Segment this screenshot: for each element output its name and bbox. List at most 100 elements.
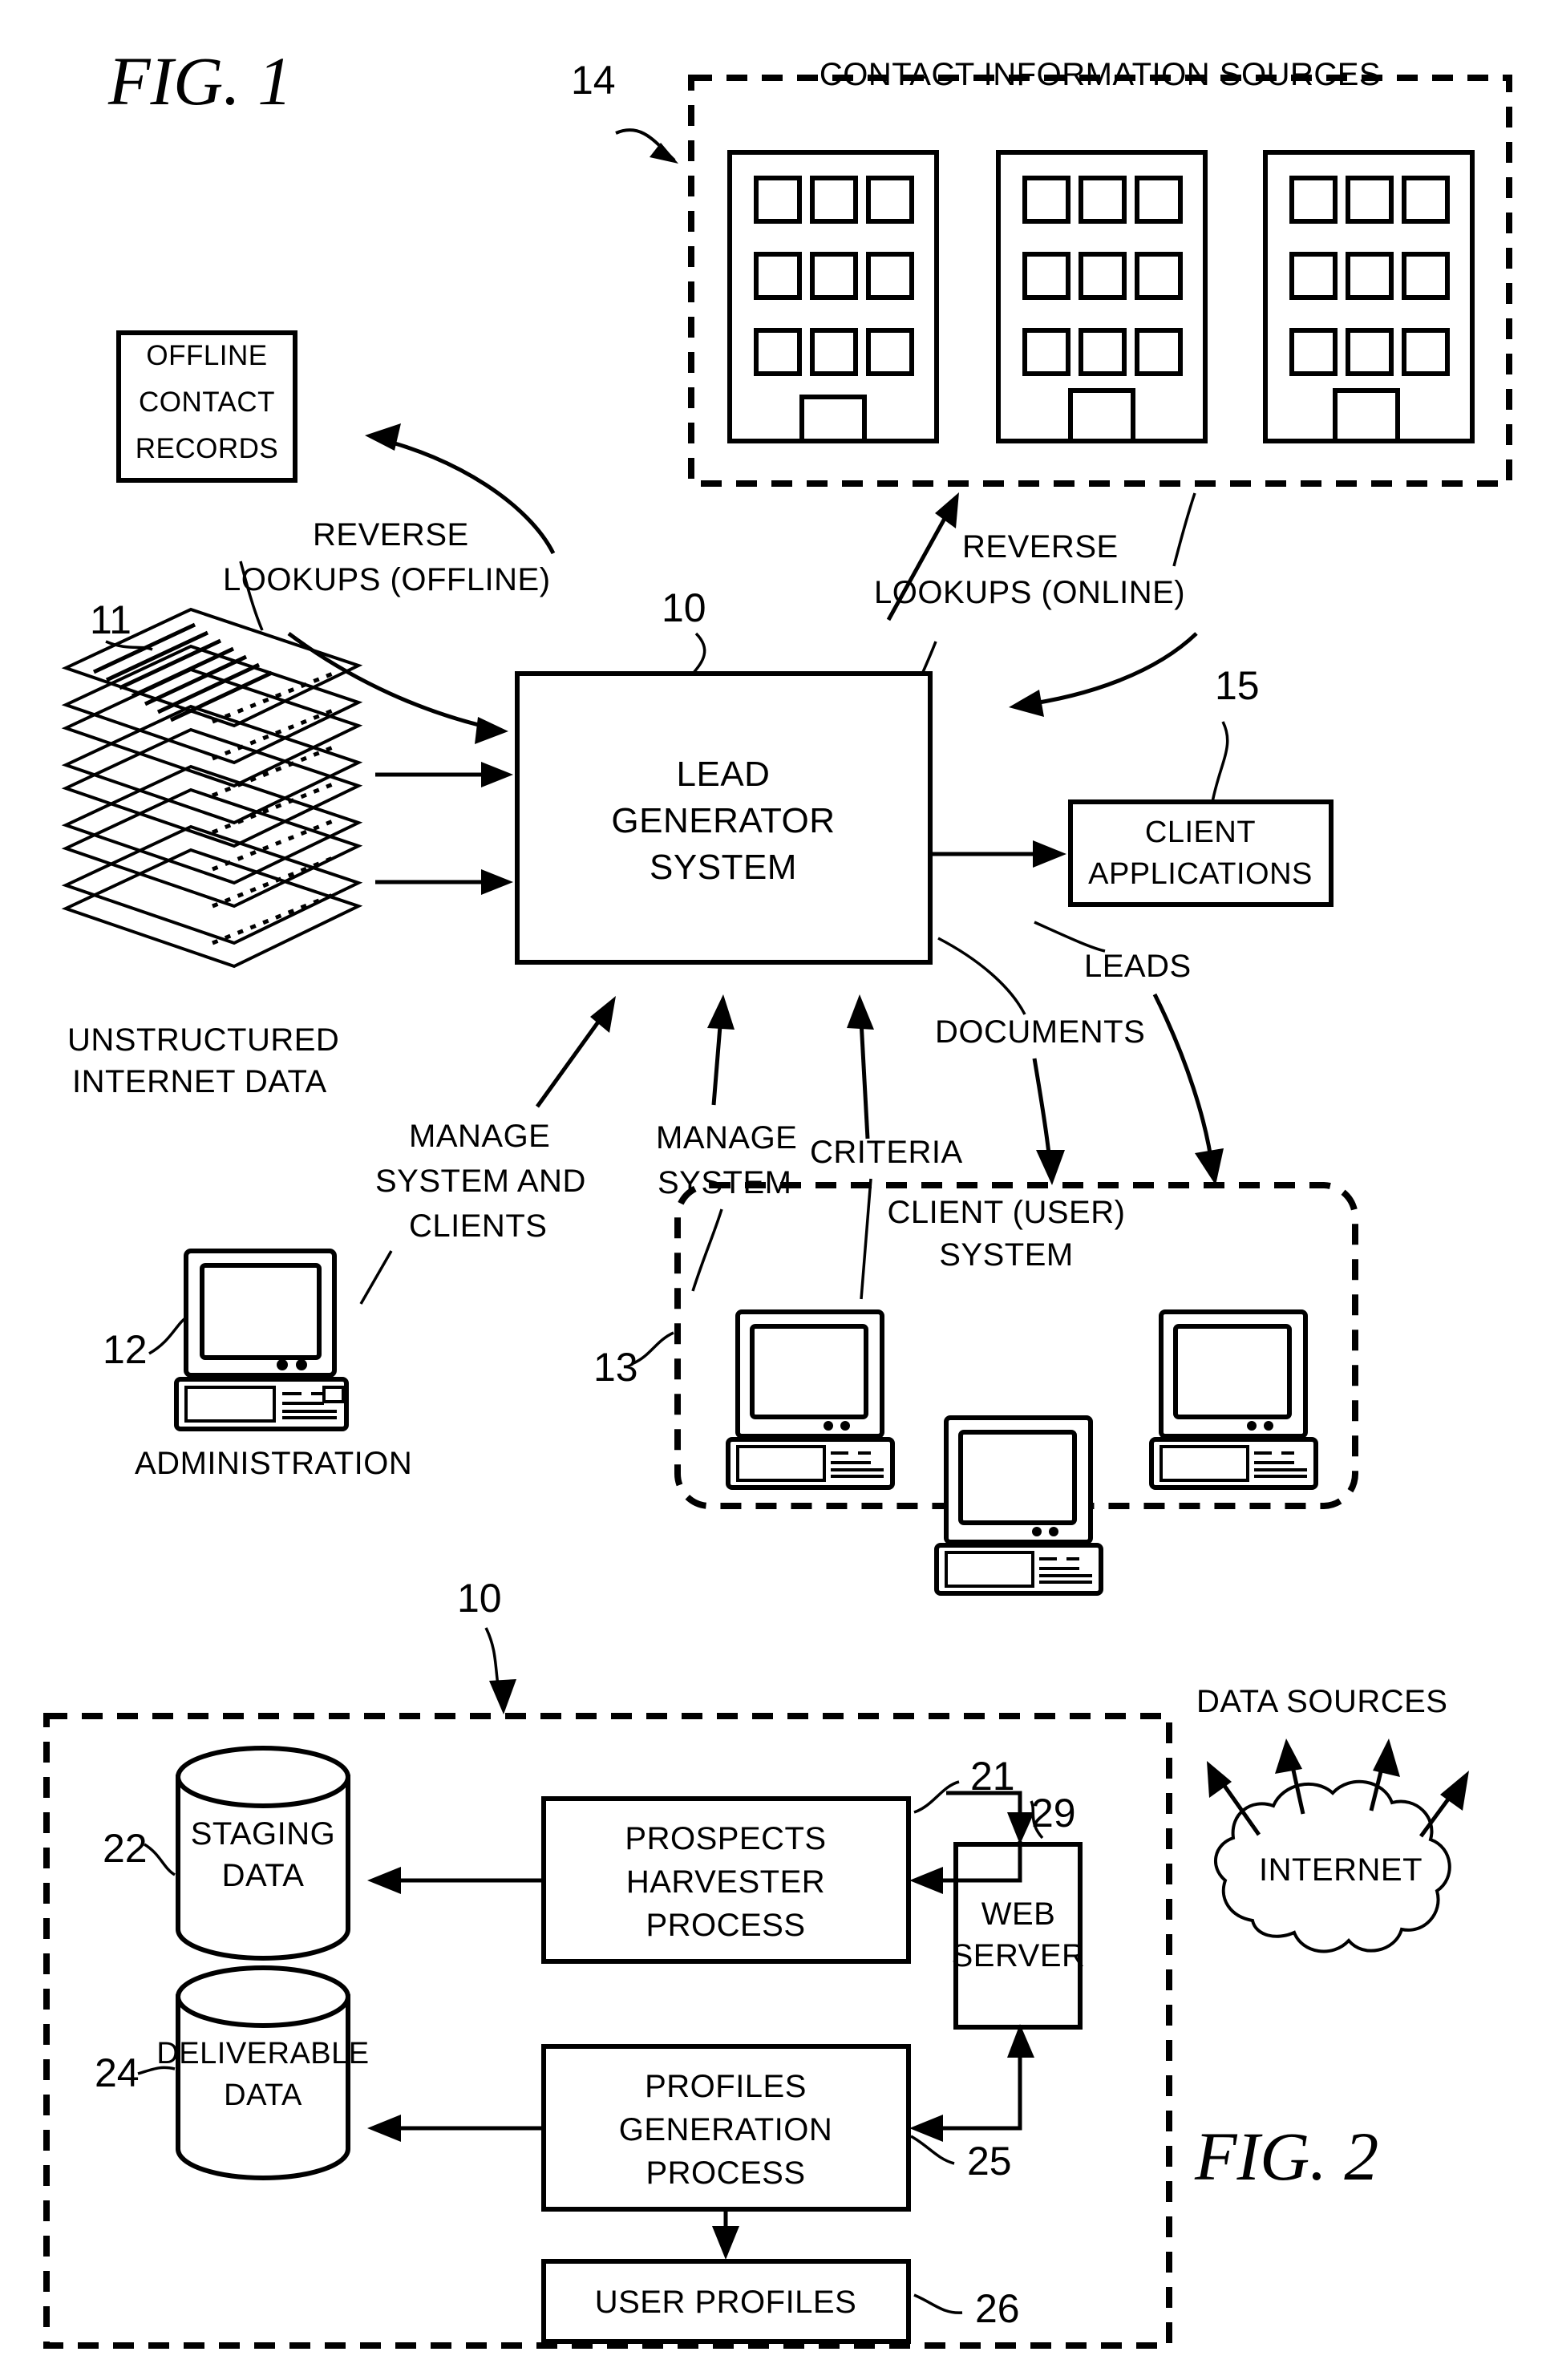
contact-sources-title: CONTACT INFORMATION SOURCES	[820, 57, 1381, 92]
profiles-to-deliverable-head	[367, 2115, 401, 2142]
web-server-line2: SERVER	[952, 1938, 1086, 1973]
figure-canvas: FIG. 1 CONTACT INFORMATION SOURCES 14 OF…	[43, 42, 1512, 2349]
manage-sys-clients-line3: CLIENTS	[409, 1208, 547, 1244]
client-computer-1	[726, 1309, 895, 1490]
ref-13-leader	[633, 1331, 674, 1365]
leads-label: LEADS	[1084, 949, 1192, 984]
ref-10-fig1: 10	[662, 585, 706, 630]
ref-15-leader	[1211, 721, 1229, 803]
staging-data-line2: DATA	[222, 1858, 305, 1893]
criteria-label: CRITERIA	[810, 1135, 963, 1170]
profiles-generation-line1: PROFILES	[645, 2069, 807, 2104]
managesys-up-head	[707, 994, 735, 1030]
ref-10-fig2: 10	[457, 1576, 502, 1621]
user-profiles-label: USER PROFILES	[595, 2285, 857, 2320]
client-user-system-line1: CLIENT (USER)	[888, 1195, 1126, 1230]
client-computer-2	[934, 1415, 1103, 1596]
ref-26-leader	[913, 2293, 963, 2314]
client-computer-3	[1149, 1309, 1318, 1490]
deliverable-data-line2: DATA	[224, 2078, 302, 2112]
administration-label: ADMINISTRATION	[135, 1446, 412, 1481]
offline-to-lgs-arrow	[287, 631, 500, 732]
webserver-top-head	[1007, 1812, 1034, 1844]
offline-records-line3: RECORDS	[136, 433, 279, 464]
unstructured-line1: UNSTRUCTURED	[67, 1022, 339, 1058]
web-server-line1: WEB	[981, 1896, 1056, 1932]
data-arrow-2-head	[481, 869, 513, 895]
managesys-down-leader	[691, 1208, 723, 1292]
documents-label: DOCUMENTS	[935, 1014, 1145, 1050]
building-3	[1263, 150, 1475, 443]
manage-sys-clients-line2: SYSTEM AND	[375, 1164, 586, 1199]
client-user-system-line2: SYSTEM	[939, 1237, 1073, 1273]
offline-records-line1: OFFLINE	[146, 340, 267, 371]
harvester-to-staging-head	[367, 1867, 401, 1894]
ref-22: 22	[103, 1826, 148, 1871]
internet-label: INTERNET	[1259, 1852, 1423, 1888]
online-to-lgs-arrow	[1018, 632, 1198, 708]
criteria-up-head	[847, 994, 874, 1030]
ref-14-arrowhead	[650, 143, 678, 164]
building-2	[996, 150, 1208, 443]
leads-top-leader	[1034, 921, 1106, 953]
reverse-offline-arrowhead	[365, 423, 401, 451]
reverse-offline-line2: LOOKUPS (OFFLINE)	[223, 562, 551, 597]
reverse-online-line1: REVERSE	[962, 529, 1119, 565]
documents-down-head	[1036, 1150, 1065, 1185]
leads-down-arrow	[1152, 993, 1215, 1170]
data-arrow-1-head	[481, 762, 513, 787]
administration-computer	[174, 1249, 349, 1431]
ref-11: 11	[90, 597, 132, 642]
client-applications-line1: CLIENT	[1145, 816, 1256, 849]
staging-data-line1: STAGING	[191, 1816, 336, 1852]
building-1	[727, 150, 939, 443]
lead-generator-line2: GENERATOR	[611, 801, 835, 840]
ref-14: 14	[571, 58, 616, 103]
ref-10-leader-fig1	[691, 632, 706, 675]
admin-leader	[359, 1250, 393, 1305]
ref-15: 15	[1215, 663, 1260, 708]
offline-records-line2: CONTACT	[139, 387, 275, 418]
criteria-down-leader	[860, 1178, 872, 1300]
fig2-label: FIG. 2	[1194, 2118, 1378, 2195]
ref-24: 24	[95, 2050, 140, 2095]
ref-12: 12	[103, 1327, 148, 1372]
fig1-label: FIG. 1	[107, 42, 292, 119]
webserver-to-harvester-head	[909, 1867, 943, 1894]
ref-12-leader	[148, 1315, 188, 1355]
ref-13: 13	[593, 1345, 638, 1390]
prospects-harvester-line1: PROSPECTS	[625, 1821, 826, 1856]
profiles-generation-line3: PROCESS	[646, 2155, 805, 2191]
profiles-to-userprofiles-head	[712, 2226, 739, 2260]
documents-top-leader	[937, 937, 1026, 1015]
lead-generator-line3: SYSTEM	[650, 848, 797, 887]
ref-22-leader	[144, 1843, 176, 1876]
manage-system-line1: MANAGE	[656, 1120, 797, 1156]
data-sources-caption: DATA SOURCES	[1196, 1684, 1447, 1719]
ref-29: 29	[1031, 1791, 1076, 1836]
offline-to-lgs-arrowhead	[475, 717, 508, 744]
ref-21-leader	[913, 1780, 960, 1814]
lead-generator-line1: LEAD	[677, 755, 771, 794]
leads-down-head	[1195, 1148, 1224, 1185]
client-applications-line2: APPLICATIONS	[1088, 857, 1313, 891]
unstructured-data-stack	[61, 607, 363, 969]
online-to-lgs-arrowhead	[1009, 690, 1044, 717]
ref-26: 26	[975, 2286, 1020, 2331]
ref-24-leader	[137, 2066, 176, 2075]
profiles-generation-line2: GENERATION	[619, 2112, 833, 2147]
deliverable-data-cylinder	[176, 1965, 350, 2180]
ref-11-leader	[105, 640, 153, 651]
unstructured-line2: INTERNET DATA	[72, 1064, 327, 1099]
online-up-arrowhead	[935, 492, 959, 528]
manage-sys-clients-line1: MANAGE	[409, 1119, 550, 1154]
lgs-to-clientapps-head	[1033, 840, 1066, 868]
reverse-online-line2: LOOKUPS (ONLINE)	[874, 575, 1185, 610]
prospects-harvester-line3: PROCESS	[646, 1908, 805, 1943]
online-right-leader	[1172, 492, 1196, 567]
reverse-offline-line1: REVERSE	[313, 517, 469, 552]
deliverable-data-line1: DELIVERABLE	[156, 2037, 369, 2070]
ref-10-arrowhead-fig2	[489, 1679, 516, 1714]
internet-arrow-2-head	[1275, 1738, 1302, 1774]
ref-25-leader	[910, 2135, 955, 2165]
